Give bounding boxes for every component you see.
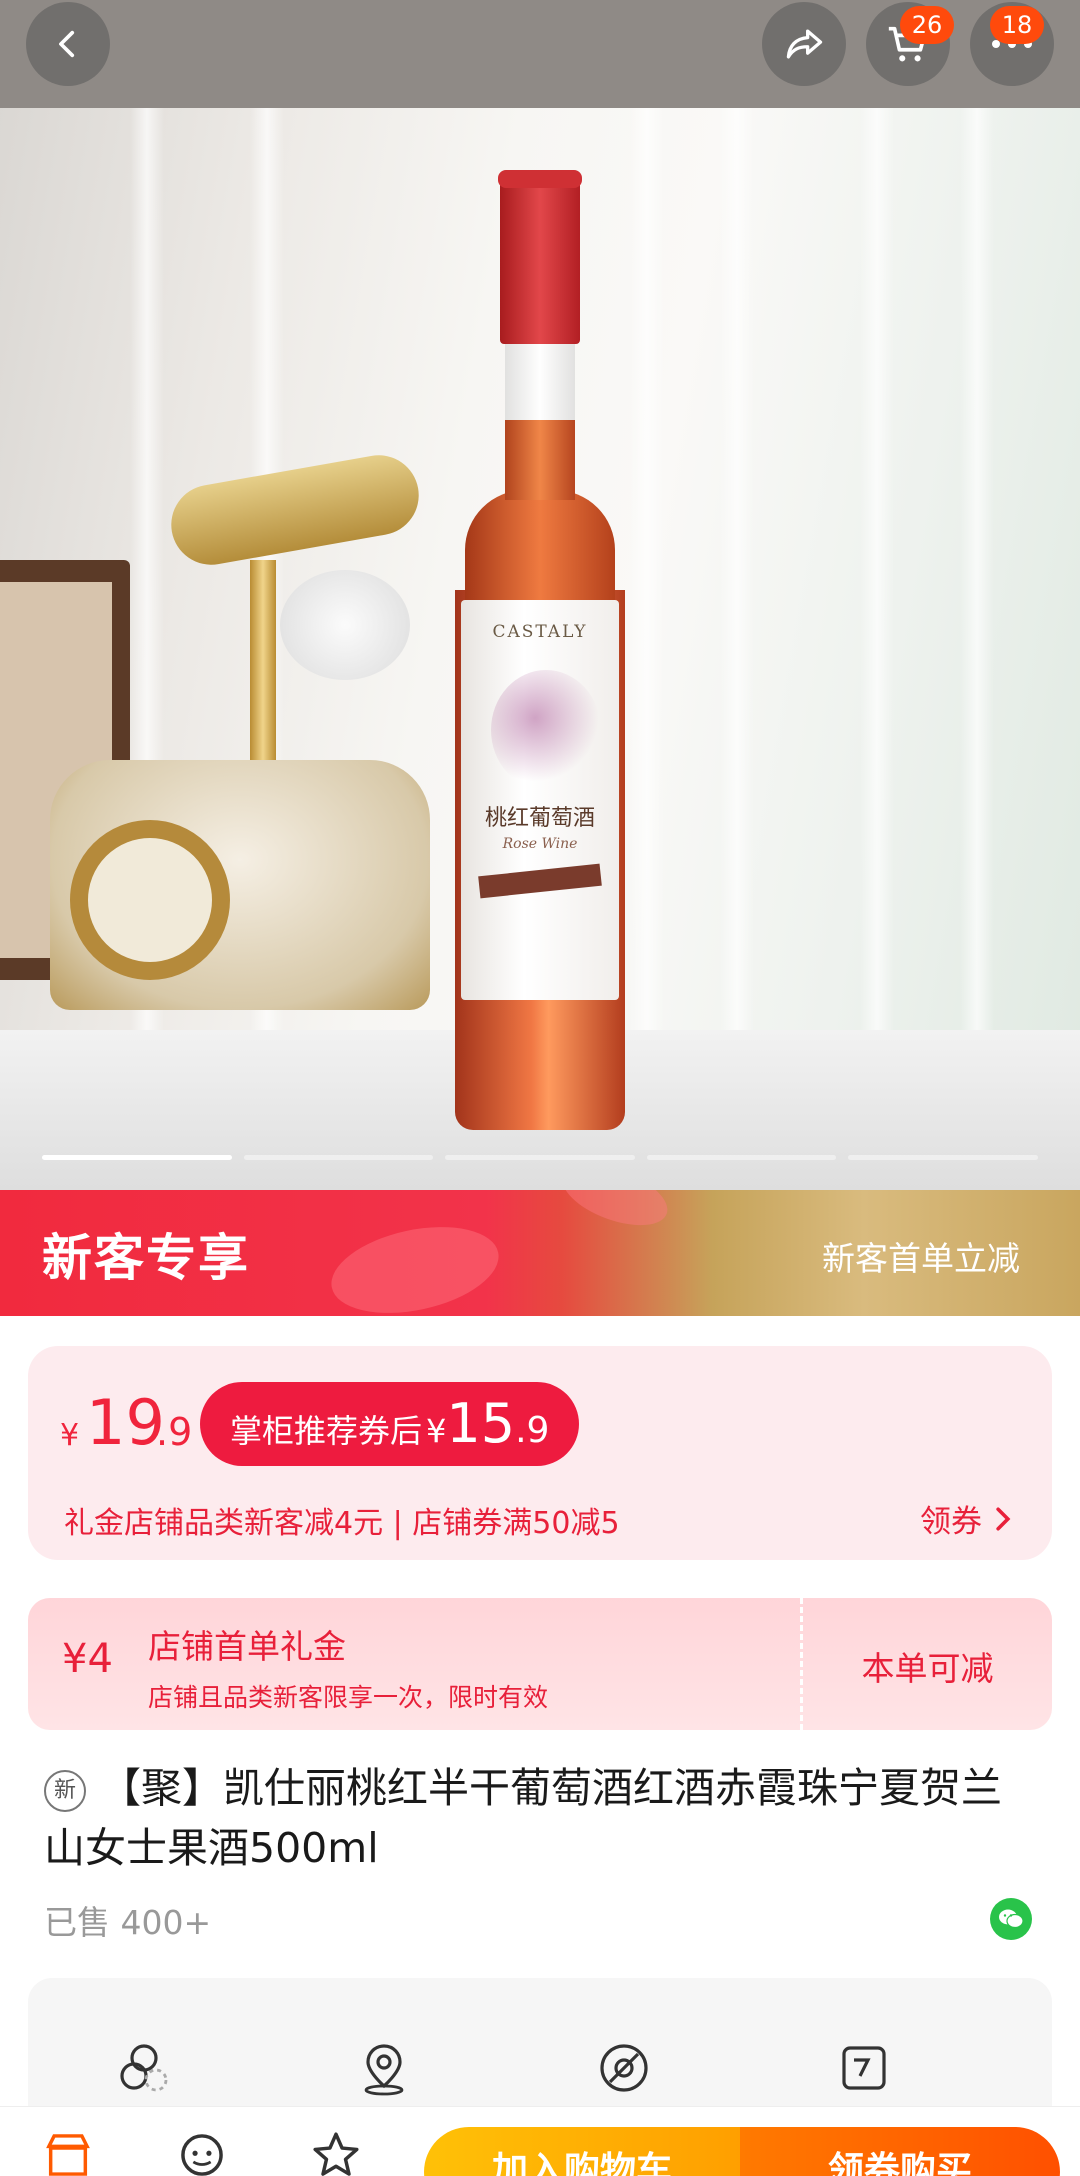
product-title: 【聚】凯仕丽桃红半干葡萄酒红酒赤霞珠宁夏贺兰山女士果酒500ml <box>44 1764 1002 1872</box>
bottle-subname: Rose Wine <box>502 836 578 852</box>
favorite-button[interactable] <box>308 2129 364 2176</box>
coupon-price-integer: 15 <box>446 1392 516 1455</box>
curtain-fold <box>720 108 754 1108</box>
star-icon <box>313 2132 359 2176</box>
bottom-action-bar: 加入购物车 领券购买 <box>0 2106 1080 2176</box>
cart-count-badge: 26 <box>900 6 954 44</box>
gallery-dot[interactable] <box>445 1155 635 1160</box>
price-integer: 19 <box>86 1386 165 1459</box>
bottle-label: CASTALY 桃红葡萄酒 Rose Wine <box>461 600 619 1000</box>
new-customer-banner[interactable]: 新客专享 新客首单立减 <box>0 1190 1080 1316</box>
telephone-handset <box>164 448 426 572</box>
service-icon <box>181 2134 223 2176</box>
telephone-dial <box>70 820 230 980</box>
curtain-fold <box>630 108 664 1108</box>
price-card: ¥ 19 .9 掌柜推荐券后 ¥ 15 .9 礼金店铺品类新客减4元 | 店铺券… <box>28 1346 1052 1560</box>
gallery-dot[interactable] <box>848 1155 1038 1160</box>
gift-action[interactable]: 本单可减 <box>800 1598 1052 1730</box>
back-button[interactable] <box>26 2 110 86</box>
share-icon <box>786 29 823 59</box>
ticket-icon <box>842 2046 886 2090</box>
label-flower <box>491 670 601 790</box>
product-image-gallery[interactable]: CASTALY 桃红葡萄酒 Rose Wine <box>0 0 1080 1190</box>
banner-subtitle: 新客首单立减 <box>822 1239 1020 1278</box>
gift-description: 店铺且品类新客限享一次，限时有效 <box>148 1683 549 1712</box>
feature-item[interactable] <box>592 2036 656 2100</box>
product-info-sheet: ¥ 19 .9 掌柜推荐券后 ¥ 15 .9 礼金店铺品类新客减4元 | 店铺券… <box>0 1316 1080 2176</box>
chevron-right-icon <box>996 1506 1011 1531</box>
banner-title: 新客专享 <box>42 1229 250 1287</box>
bottle-name: 桃红葡萄酒 <box>484 806 595 831</box>
share-button[interactable] <box>762 2 846 86</box>
wine-bottle: CASTALY 桃红葡萄酒 Rose Wine <box>455 170 625 1130</box>
gallery-dot[interactable] <box>42 1155 232 1160</box>
coupon-price-decimal: .9 <box>515 1410 550 1451</box>
coupon-price-label: 掌柜推荐券后 <box>230 1412 423 1450</box>
gift-action-label: 本单可减 <box>861 1649 994 1688</box>
price-decimal: .9 <box>156 1410 193 1454</box>
sold-count: 已售 400+ <box>44 1903 212 1942</box>
location-icon <box>364 2044 404 2096</box>
gift-amount: ¥4 <box>62 1636 113 1682</box>
gallery-dot[interactable] <box>646 1155 837 1160</box>
coupon-price-pill[interactable]: 掌柜推荐券后 ¥ 15 .9 <box>200 1382 580 1466</box>
telephone-stem <box>250 560 276 780</box>
label-ribbon <box>478 863 602 899</box>
circles-icon <box>120 2044 168 2092</box>
feature-item[interactable] <box>112 2036 176 2100</box>
banner-petal <box>554 1190 676 1238</box>
gallery-dot[interactable] <box>243 1155 434 1160</box>
curtain-fold <box>860 108 894 1108</box>
buy-with-coupon-button[interactable]: 领券购买 <box>740 2127 1060 2176</box>
store-button[interactable] <box>40 2129 96 2176</box>
chevron-left-icon <box>59 30 75 58</box>
discount-note: 礼金店铺品类新客减4元 | 店铺券满50减5 <box>64 1506 620 1541</box>
gallery-pagination <box>42 1155 1038 1160</box>
get-coupon-label: 领券 <box>920 1504 982 1540</box>
telephone-dome <box>280 570 410 680</box>
price-currency: ¥ <box>60 1418 80 1453</box>
coupon-price-currency: ¥ <box>426 1412 447 1450</box>
wechat-icon <box>999 1909 1024 1929</box>
feature-item[interactable] <box>352 2036 416 2100</box>
new-tag: 新 <box>44 1770 86 1812</box>
disc-icon <box>600 2044 648 2092</box>
store-icon <box>46 2134 90 2176</box>
bottle-brand: CASTALY <box>492 622 588 642</box>
first-order-gift-card[interactable]: ¥4 店铺首单礼金 店铺且品类新客限享一次，限时有效 本单可减 <box>28 1598 1052 1730</box>
message-count-badge: 18 <box>990 6 1044 44</box>
customer-service-button[interactable] <box>174 2129 230 2176</box>
wechat-share-button[interactable] <box>990 1898 1032 1940</box>
feature-item[interactable] <box>832 2036 896 2100</box>
curtain-fold <box>960 108 994 1108</box>
gift-title: 店铺首单礼金 <box>148 1627 346 1666</box>
add-to-cart-button[interactable]: 加入购物车 <box>424 2127 740 2176</box>
banner-petal <box>323 1213 507 1316</box>
gift-info: ¥4 店铺首单礼金 店铺且品类新客限享一次，限时有效 <box>28 1598 800 1730</box>
get-coupon-link[interactable]: 领券 <box>920 1496 1014 1541</box>
